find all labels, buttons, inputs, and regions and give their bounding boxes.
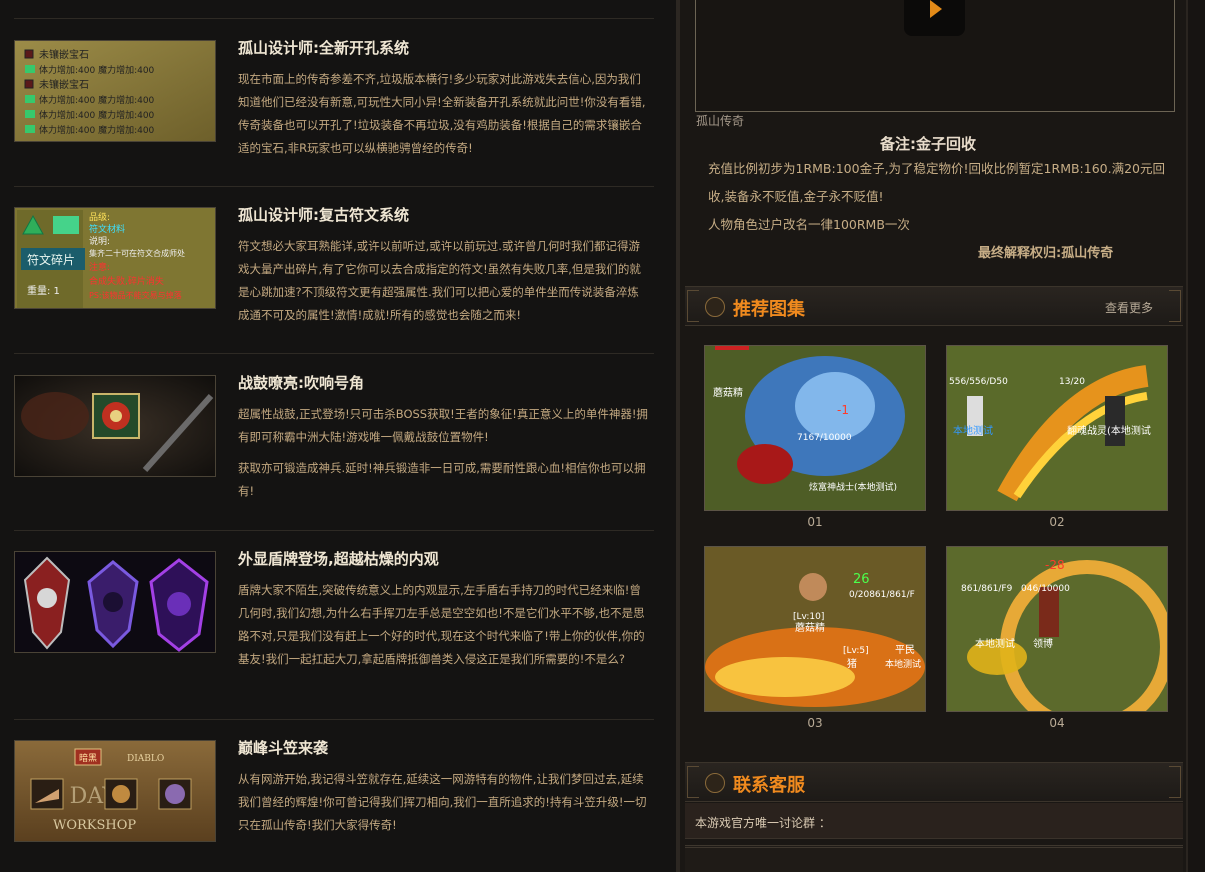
gallery-header: 推荐图集 查看更多: [685, 286, 1183, 326]
shot-label: 平民: [895, 644, 915, 656]
logo-text: DIABLO: [127, 754, 164, 764]
gallery-title: 推荐图集: [733, 299, 805, 320]
service-title: 联系客服: [733, 775, 805, 796]
view-more-link[interactable]: 查看更多: [1105, 299, 1153, 316]
thumb-row: 未镶嵌宝石: [39, 48, 89, 61]
shot-label: 本地测试: [953, 424, 993, 437]
article-rune-system: 符文碎片 重量: 1 品级: 符文材料 说明: 集齐二十可在符文合成师处 注意:…: [14, 207, 654, 337]
shot-label: 蘑菇精: [713, 386, 743, 399]
article-thumbnail[interactable]: 未镶嵌宝石 体力增加:400 魔力增加:400 未镶嵌宝石 体力增加:400 魔…: [14, 40, 216, 142]
service-text: 本游戏官方唯一讨论群 ：: [695, 816, 831, 830]
notice-line: 收,装备永不贬值,金子永不贬值!: [708, 189, 884, 204]
corner-ornament: [687, 766, 699, 798]
corner-ornament: [1169, 766, 1181, 798]
gallery-image[interactable]: 556/556/D50 13/20 本地测试 翻魂战灵(本地测试: [946, 345, 1168, 511]
gallery-image[interactable]: 26 0/20861/861/F [Lv:10] 蘑菇精 [Lv:5] 猪 平民…: [704, 546, 926, 712]
service-header: 联系客服: [685, 762, 1183, 802]
video-caption: 孤山传奇: [696, 114, 745, 128]
thumb-row: 体力增加:400 魔力增加:400: [39, 124, 155, 136]
rune-info: PS:该物品不能交易与掉落: [89, 290, 182, 300]
shot-label: 本地测试: [975, 637, 1015, 650]
article-summary: 超属性战鼓,正式登场!只可击杀BOSS获取!王者的象征!真正意义上的单件神器!拥…: [238, 407, 648, 498]
article-summary: 符文想必大家耳熟能详,或许以前听过,或许以前玩过.或许曾几何时我们都记得游戏大量…: [238, 239, 641, 322]
shot-label: -28: [1045, 558, 1065, 572]
divider: [14, 353, 654, 354]
shot-label: 猪: [847, 658, 857, 670]
shot-label: 13/20: [1059, 377, 1085, 387]
shot-label: 861/861/F9: [961, 584, 1013, 594]
corner-ornament: [1169, 290, 1181, 322]
rune-info: 符文材料: [89, 223, 125, 235]
page-edge: [1186, 0, 1205, 872]
article-title[interactable]: 外显盾牌登场,超越枯燥的内观: [238, 551, 654, 567]
notice-line: 人物角色过户改名一律100RMB一次: [708, 217, 910, 232]
shot-label: 蘑菇精: [795, 621, 825, 634]
shot-label: 0/20861/861/F: [849, 590, 915, 600]
article-thumbnail[interactable]: [14, 551, 216, 653]
gallery-number: 02: [1049, 515, 1065, 529]
shot-label: [Lv:5]: [843, 646, 869, 656]
divider: [14, 186, 654, 187]
workshop-text: WORKSHOP: [53, 818, 136, 833]
service-info: 本游戏官方唯一讨论群 ：: [685, 803, 1183, 839]
notice-title: 备注:金子回收: [880, 135, 976, 153]
bottom-frame: [685, 845, 1183, 872]
divider: [14, 530, 654, 531]
gallery-image[interactable]: 蘑菇精 7167/10000 -1 炫富神战士(本地测试): [704, 345, 926, 511]
shot-label: 炫富神战士(本地测试): [809, 481, 897, 493]
shot-label: 26: [853, 572, 870, 587]
rune-weight: 重量: 1: [27, 284, 60, 297]
rune-info: 说明:: [89, 235, 110, 247]
rune-info: 品级:: [89, 211, 110, 223]
corner-ornament: [687, 290, 699, 322]
play-icon: [930, 0, 942, 18]
article-open-socket: 未镶嵌宝石 体力增加:400 魔力增加:400 未镶嵌宝石 体力增加:400 魔…: [14, 40, 654, 160]
article-title[interactable]: 孤山设计师:全新开孔系统: [238, 40, 654, 56]
camera-icon: [705, 297, 725, 317]
article-shield: 外显盾牌登场,超越枯燥的内观 盾牌大家不陌生,突破传统意义上的内观显示,左手盾右…: [14, 551, 654, 701]
article-thumbnail[interactable]: 暗黑 DIABLO G DAY WORKSHOP: [14, 740, 216, 842]
article-title[interactable]: 巅峰斗笠来袭: [238, 740, 654, 756]
article-summary: 从有网游开始,我记得斗笠就存在,延续这一网游特有的物件,让我们梦回过去,延续我们…: [238, 772, 647, 832]
article-title[interactable]: 孤山设计师:复古符文系统: [238, 207, 654, 223]
shot-label: 翻魂战灵(本地测试: [1067, 424, 1151, 437]
notice-line: 充值比例初步为1RMB:100金子,为了稳定物价!回收比例暂定1RMB:160.…: [708, 161, 1166, 176]
shot-label: 556/556/D50: [949, 377, 1008, 387]
article-war-drum: 战鼓嘹亮:吹响号角 超属性战鼓,正式登场!只可击杀BOSS获取!王者的象征!真正…: [14, 375, 654, 515]
article-thumbnail[interactable]: [14, 375, 216, 477]
gallery-number: 03: [807, 716, 823, 730]
gallery-image[interactable]: -28 861/861/F9 046/10000 本地测试 领博: [946, 546, 1168, 712]
badge-text: 暗黑: [79, 752, 97, 764]
shot-label: [Lv:10]: [793, 612, 824, 622]
gallery-number: 01: [807, 515, 823, 529]
article-summary: 盾牌大家不陌生,突破传统意义上的内观显示,左手盾右手持刀的时代已经来临!曾几何时…: [238, 583, 645, 666]
shot-label: 7167/10000: [797, 433, 852, 443]
article-thumbnail[interactable]: 符文碎片 重量: 1 品级: 符文材料 说明: 集齐二十可在符文合成师处 注意:…: [14, 207, 216, 309]
headset-icon: [705, 773, 725, 793]
gallery-number: 04: [1049, 716, 1065, 730]
shot-label: 046/10000: [1021, 584, 1070, 594]
play-button[interactable]: [904, 0, 965, 36]
rune-label: 符文碎片: [27, 252, 75, 267]
divider: [14, 18, 654, 19]
rune-info: 集齐二十可在符文合成师处: [89, 248, 185, 258]
article-summary: 现在市面上的传奇参差不齐,垃圾版本横行!多少玩家对此游戏失去信心,因为我们知道他…: [238, 72, 646, 155]
thumb-row: 体力增加:400 魔力增加:400: [39, 94, 155, 106]
notice-signature: 最终解释权归:孤山传奇: [978, 246, 1114, 261]
thumb-row: 体力增加:400 魔力增加:400: [39, 64, 155, 76]
divider: [14, 719, 654, 720]
thumb-row: 体力增加:400 魔力增加:400: [39, 109, 155, 121]
article-hat: 暗黑 DIABLO G DAY WORKSHOP 巅峰斗笠来袭 从有网游开始,我…: [14, 740, 654, 850]
shot-label: 本地测试: [885, 658, 921, 670]
shot-label: -1: [837, 403, 849, 417]
article-title[interactable]: 战鼓嘹亮:吹响号角: [238, 375, 654, 391]
rune-info: 注意:: [89, 261, 110, 273]
rune-info: 合成失败,碎片消失: [89, 275, 164, 287]
thumb-row: 未镶嵌宝石: [39, 78, 89, 91]
shot-label: 领博: [1033, 637, 1053, 650]
